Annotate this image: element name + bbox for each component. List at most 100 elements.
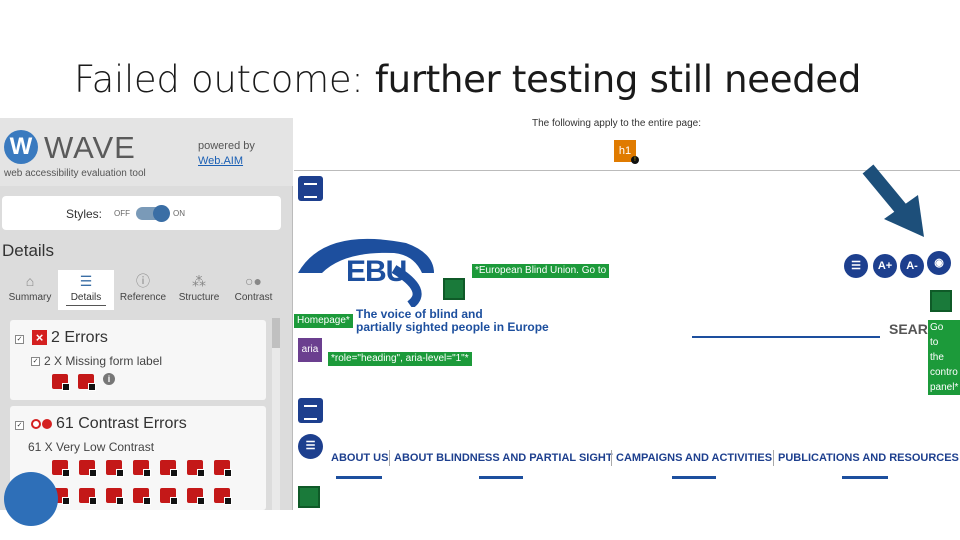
missing-label-checkbox[interactable]: ✓	[31, 357, 40, 366]
errors-title: 2 Errors	[51, 329, 108, 346]
list-icon: ☰	[79, 273, 93, 289]
contrast-error-icon[interactable]	[187, 460, 205, 477]
info-icon[interactable]: i	[103, 373, 115, 385]
contrast-error-icon[interactable]	[214, 460, 232, 477]
nav-about-us[interactable]: ABOUT US	[331, 452, 388, 464]
home-icon: ⌂	[25, 273, 35, 289]
ebu-logo[interactable]: EBU	[294, 233, 439, 309]
tab-reference-label: Reference	[119, 292, 167, 303]
contrast-checkbox[interactable]: ✓	[15, 421, 24, 430]
wave-sidebar: W WAVE web accessibility evaluation tool…	[0, 118, 293, 510]
control-label-line: Go	[930, 322, 944, 333]
nav-underline	[479, 476, 523, 479]
tagline-line-2: partially sighted people in Europe	[356, 320, 549, 334]
error-icon: ×	[32, 330, 47, 345]
font-increase-button[interactable]: A+	[873, 254, 897, 278]
tagline: The voice of blind and partially sighted…	[356, 308, 549, 334]
contrast-error-icon[interactable]	[106, 460, 124, 477]
tab-summary-label: Summary	[8, 292, 52, 303]
tab-contrast[interactable]: ○● Contrast	[226, 270, 281, 310]
nav-underline	[842, 476, 888, 479]
nav-separator	[773, 450, 774, 466]
contrast-error-icon[interactable]	[160, 460, 178, 477]
contrast-ring-icon	[31, 419, 41, 429]
styles-toggle-box: Styles: OFF ON	[2, 196, 281, 230]
sidebar-scrollbar[interactable]	[272, 318, 280, 510]
slide-title-emphasis: further testing still needed	[374, 58, 862, 101]
image-icon[interactable]	[930, 290, 952, 312]
contrast-error-icon[interactable]	[160, 488, 178, 505]
nav-publications[interactable]: PUBLICATIONS AND RESOURCES	[778, 452, 959, 464]
ebu-logo-text: EBU	[346, 255, 407, 288]
nav-underline	[336, 476, 382, 479]
aria-badge-icon[interactable]: aria	[298, 338, 322, 362]
contrast-title: 61 Contrast Errors	[56, 415, 187, 432]
aria-role-label: *role="heading", aria-level="1"*	[328, 352, 472, 366]
entire-page-note: The following apply to the entire page:	[532, 118, 701, 129]
font-decrease-button[interactable]: A-	[900, 254, 924, 278]
control-label-line: to	[930, 337, 939, 348]
powered-by-label: powered by	[198, 140, 255, 152]
wave-subtitle: web accessibility evaluation tool	[4, 168, 146, 179]
control-label-line: contro	[930, 367, 958, 378]
nav-underline	[672, 476, 716, 479]
errors-checkbox[interactable]: ✓	[15, 335, 24, 344]
tab-details[interactable]: ☰ Details	[58, 270, 114, 310]
control-panel-label: Go to the contro panel*	[928, 320, 960, 395]
contrast-error-icon[interactable]	[133, 460, 151, 477]
tab-structure[interactable]: ⁂ Structure	[172, 270, 226, 310]
tab-contrast-label: Contrast	[234, 292, 273, 303]
webaim-link[interactable]: Web.AIM	[198, 155, 243, 167]
region-icon[interactable]	[298, 398, 323, 423]
details-heading: Details	[2, 241, 54, 260]
styles-label: Styles:	[66, 207, 103, 221]
search-input-underline[interactable]	[692, 336, 880, 338]
tab-reference[interactable]: ⓘ Reference	[114, 270, 172, 310]
link-icon[interactable]	[298, 486, 320, 508]
missing-label-error-icon[interactable]	[52, 374, 70, 391]
contrast-error-icon[interactable]	[187, 488, 205, 505]
contrast-error-icon[interactable]	[79, 460, 97, 477]
missing-label-item: 2 X Missing form label	[44, 354, 163, 368]
region-icon[interactable]	[298, 176, 323, 201]
missing-label-error-icon[interactable]	[78, 374, 96, 391]
homepage-label: Homepage*	[294, 314, 353, 328]
wave-header: W WAVE web accessibility evaluation tool…	[0, 118, 293, 186]
structure-icon: ⁂	[192, 273, 206, 289]
wave-name: WAVE	[44, 130, 136, 165]
contrast-error-icon[interactable]	[214, 488, 232, 505]
linked-image-icon[interactable]	[443, 278, 465, 300]
link-alt-label: *European Blind Union. Go to	[472, 264, 610, 278]
contrast-error-icon[interactable]	[133, 488, 151, 505]
wave-logo-icon: W	[4, 130, 38, 164]
evaluated-web-page: The following apply to the entire page: …	[294, 118, 960, 510]
contrast-error-icon[interactable]	[106, 488, 124, 505]
contrast-dot-icon	[42, 419, 52, 429]
tab-summary[interactable]: ⌂ Summary	[2, 270, 58, 310]
styles-on-label: ON	[173, 209, 185, 218]
slide-decoration-circle	[4, 472, 58, 526]
info-icon: ⓘ	[136, 273, 150, 289]
control-label-line: panel*	[930, 382, 959, 393]
styles-toggle[interactable]	[136, 205, 170, 222]
nav-separator	[389, 450, 390, 466]
very-low-contrast-item: 61 X Very Low Contrast	[28, 440, 155, 454]
nav-separator	[611, 450, 612, 466]
list-icon[interactable]: ☰	[298, 434, 323, 459]
pointer-arrow-icon	[862, 164, 924, 237]
tab-details-label: Details	[70, 292, 102, 303]
slide-title-prefix: Failed outcome:	[74, 58, 375, 101]
eye-icon[interactable]: ◉	[927, 251, 951, 275]
slide-title: Failed outcome: further testing still ne…	[74, 58, 861, 101]
scrollbar-thumb[interactable]	[272, 318, 280, 348]
wave-tabs: ⌂ Summary ☰ Details ⓘ Reference ⁂ Struct…	[2, 270, 281, 310]
screenshot: W WAVE web accessibility evaluation tool…	[0, 118, 960, 510]
divider	[294, 170, 960, 171]
contrast-error-icon[interactable]	[79, 488, 97, 505]
nav-campaigns[interactable]: CAMPAIGNS AND ACTIVITIES	[616, 452, 772, 464]
styles-off-label: OFF	[114, 209, 130, 218]
contrast-error-icon[interactable]	[52, 460, 70, 477]
control-label-line: the	[930, 352, 944, 363]
nav-about-blindness[interactable]: ABOUT BLINDNESS AND PARTIAL SIGHT	[394, 452, 613, 464]
list-icon[interactable]: ☰	[844, 254, 868, 278]
